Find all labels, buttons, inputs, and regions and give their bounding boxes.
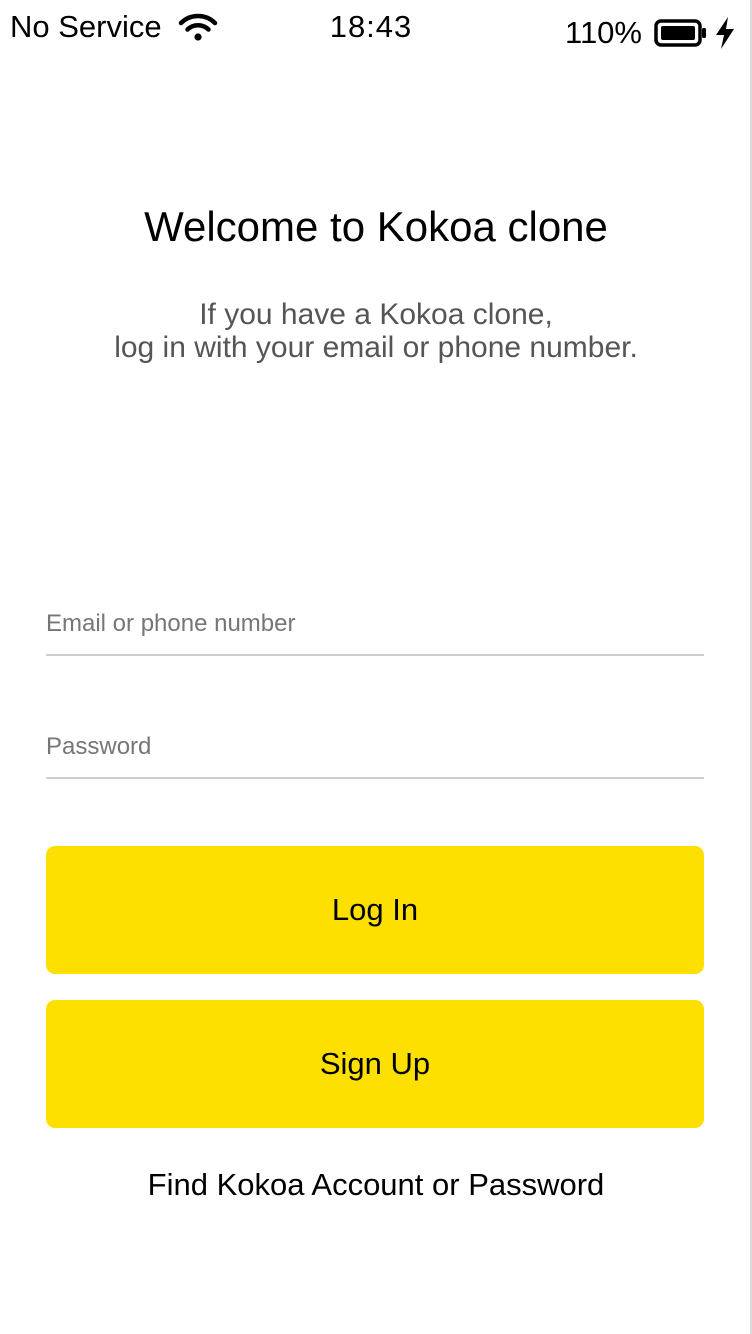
password-field[interactable] (46, 717, 704, 779)
status-right: 110% (565, 12, 736, 54)
login-button[interactable]: Log In (46, 846, 704, 974)
welcome-title: Welcome to Kokoa clone (144, 203, 608, 250)
welcome-subtitle: If you have a Kokoa clone, log in with y… (0, 298, 752, 364)
signup-button[interactable]: Sign Up (46, 1000, 704, 1128)
welcome-subtitle-line-2: log in with your email or phone number. (114, 331, 638, 364)
status-bar: No Service 18:43 110% (0, 0, 752, 60)
battery-icon (654, 19, 706, 47)
welcome-subtitle-line-1: If you have a Kokoa clone, (199, 298, 553, 331)
battery-percent: 110% (565, 15, 642, 50)
bolt-icon (716, 17, 734, 49)
email-field[interactable] (46, 594, 704, 656)
find-account-link[interactable]: Find Kokoa Account or Password (0, 1166, 752, 1204)
